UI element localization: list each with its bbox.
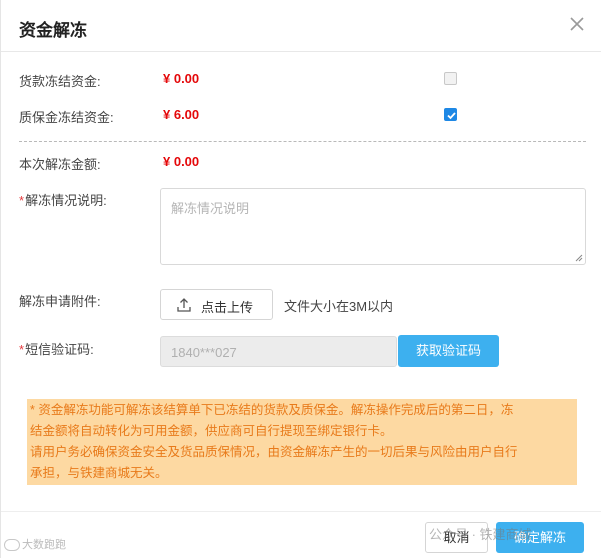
footer-divider [1, 511, 601, 512]
desc-label: *解冻情况说明: [19, 190, 107, 209]
confirm-unfreeze-button[interactable]: 确定解冻 [496, 522, 584, 553]
cancel-button[interactable]: 取消 [425, 522, 488, 553]
this-unfreeze-amount: ¥ 0.00 [163, 154, 200, 169]
phone-value: 1840***027 [171, 345, 237, 360]
goods-frozen-amount: ¥ 0.00 [163, 71, 200, 86]
upload-icon [177, 298, 191, 312]
phone-field: 1840***027 [160, 336, 397, 367]
goods-frozen-label: 货款冻结资金: [19, 74, 101, 89]
dialog-title: 资金解冻 [19, 21, 87, 40]
upload-button[interactable]: 点击上传 [160, 289, 273, 320]
watermark-bottom-left: 大数跑跑 [4, 536, 66, 552]
get-code-button[interactable]: 获取验证码 [398, 335, 499, 367]
desc-label-text: 解冻情况说明: [25, 193, 107, 208]
deposit-frozen-label: 质保金冻结资金: [19, 110, 114, 125]
deposit-frozen-checkbox[interactable] [444, 108, 457, 121]
close-icon[interactable] [567, 14, 587, 34]
dialog-header: 资金解冻 [1, 0, 601, 52]
notice-line: 结金额将自动转化为可用金额，供应商可自行提现至绑定银行卡。 [30, 424, 393, 438]
required-mark: * [19, 193, 25, 208]
notice-line: 承担，与铁建商城无关。 [30, 466, 168, 480]
resize-grip-icon[interactable] [575, 254, 583, 262]
watermark-text: 大数跑跑 [22, 539, 66, 551]
deposit-frozen-amount: ¥ 6.00 [163, 107, 200, 122]
notice-line: 请用户务必确保资金安全及货品质保情况，由资金解冻产生的一切后果与风险由用户自行 [30, 445, 518, 459]
goods-frozen-checkbox[interactable] [444, 72, 457, 85]
desc-textarea[interactable]: 解冻情况说明 [160, 188, 586, 265]
checkmark-icon [447, 112, 456, 120]
watermark-logo-icon [4, 539, 20, 552]
notice-box: * 资金解冻功能可解冻该结算单下已冻结的货款及质保金。解冻操作完成后的第二日，冻… [27, 399, 577, 485]
required-mark: * [19, 342, 25, 357]
section-divider [19, 141, 586, 142]
sms-label-text: 短信验证码: [25, 342, 94, 357]
notice-line: * 资金解冻功能可解冻该结算单下已冻结的货款及质保金。解冻操作完成后的第二日，冻 [30, 403, 514, 417]
sms-label: *短信验证码: [19, 339, 94, 358]
upload-button-label: 点击上传 [201, 300, 254, 315]
desc-placeholder: 解冻情况说明 [171, 201, 250, 216]
unfreeze-dialog: 资金解冻 货款冻结资金: ¥ 0.00 质保金冻结资金: ¥ 6.00 本次解冻… [0, 0, 601, 558]
upload-size-hint: 文件大小在3M以内 [284, 299, 394, 314]
attach-label: 解冻申请附件: [19, 294, 101, 309]
this-unfreeze-label: 本次解冻金额: [19, 157, 101, 172]
